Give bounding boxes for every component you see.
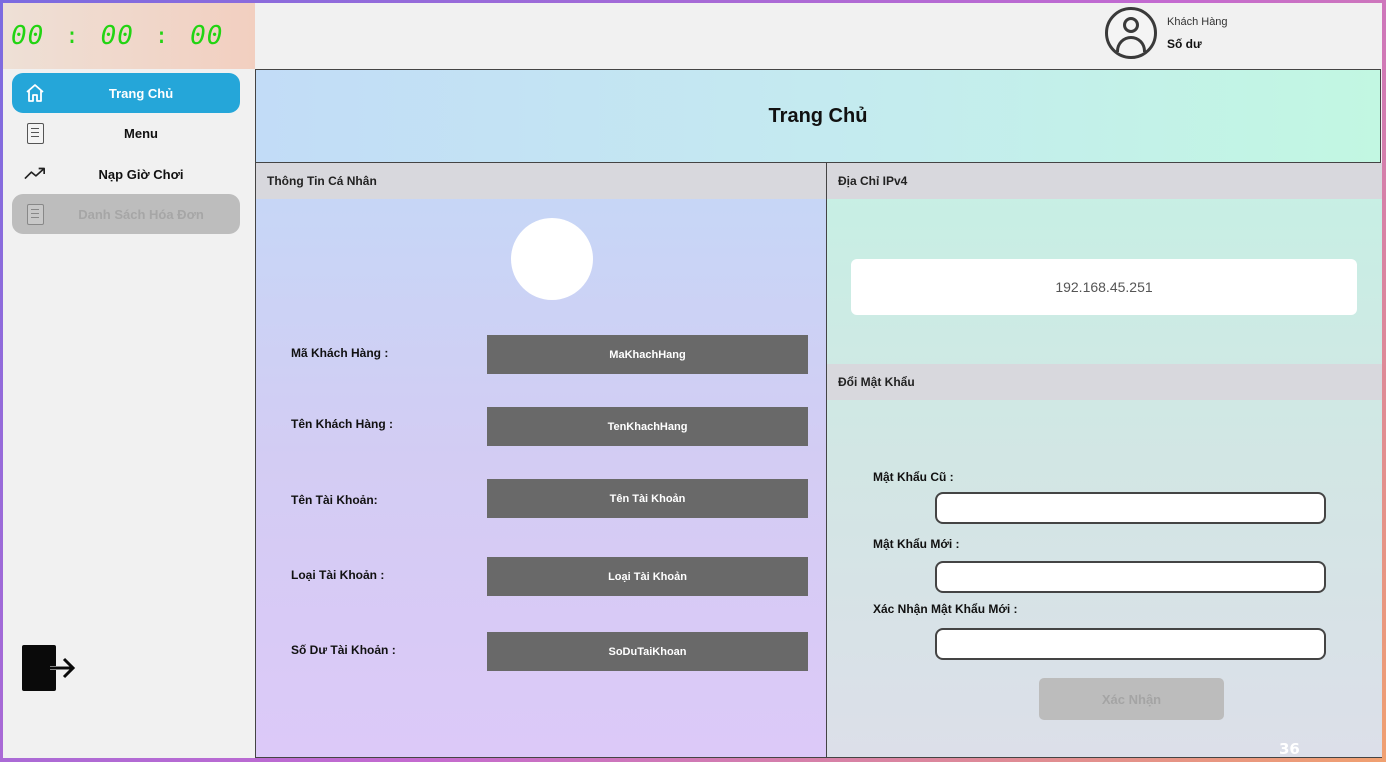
profile-avatar	[511, 218, 593, 300]
settings-panel: Địa Chỉ IPv4 192.168.45.251 Đổi Mật Khẩu…	[827, 163, 1382, 758]
clock-hours: 00	[11, 21, 45, 51]
account-name-label: Tên Tài Khoản:	[291, 493, 378, 507]
old-password-label: Mật Khẩu Cũ :	[873, 470, 954, 484]
clock-separator: :	[65, 23, 80, 49]
customer-id-label: Mã Khách Hàng :	[291, 346, 389, 360]
page-number: 36	[1279, 740, 1300, 758]
customer-id-value: MaKhachHang	[487, 335, 808, 374]
password-section-title: Đổi Mật Khẩu	[827, 364, 1382, 400]
confirm-password-field[interactable]	[935, 628, 1326, 660]
new-password-field[interactable]	[935, 561, 1326, 593]
trending-up-icon	[24, 163, 46, 185]
new-password-label: Mật Khẩu Mới :	[873, 537, 960, 551]
user-circle-icon[interactable]	[1105, 7, 1157, 59]
logout-icon	[22, 645, 76, 691]
old-password-field[interactable]	[935, 492, 1326, 524]
account-balance-label: Số Dư Tài Khoản :	[291, 643, 396, 657]
confirm-password-label: Xác Nhận Mật Khẩu Mới :	[873, 602, 1018, 616]
sidebar-item-label: Menu	[124, 125, 158, 141]
confirm-password-button[interactable]: Xác Nhận	[1039, 678, 1224, 720]
sidebar-item-label: Nạp Giờ Chơi	[98, 166, 184, 182]
clock-seconds: 00	[190, 21, 224, 51]
sidebar: Trang Chủ Menu Nạp Giờ Chơi Danh Sách Hó…	[3, 69, 255, 758]
page-header: Trang Chủ	[255, 69, 1381, 163]
sidebar-item-danh-sach-hoa-don[interactable]: Danh Sách Hóa Đơn	[12, 194, 240, 234]
sidebar-item-menu[interactable]: Menu	[12, 113, 240, 153]
ipv4-section-title: Địa Chỉ IPv4	[827, 163, 1382, 199]
sidebar-item-label: Trang Chủ	[108, 85, 174, 101]
customer-name-value: TenKhachHang	[487, 407, 808, 446]
session-clock: 00 : 00 : 00	[3, 3, 255, 69]
account-type-label: Loại Tài Khoản :	[291, 568, 385, 582]
profile-section-title: Thông Tin Cá Nhân	[256, 163, 826, 199]
home-icon	[24, 82, 46, 104]
sidebar-item-trang-chu[interactable]: Trang Chủ	[12, 73, 240, 113]
document-icon	[24, 122, 46, 144]
profile-panel: Thông Tin Cá Nhân Mã Khách Hàng : MaKhac…	[255, 163, 827, 758]
logout-button[interactable]	[20, 643, 80, 695]
page-title: Trang Chủ	[768, 104, 868, 127]
account-name-value: Tên Tài Khoản	[487, 479, 808, 518]
clock-separator: :	[154, 23, 170, 49]
app-window: 00 : 00 : 00 Khách Hàng Số dư Trang Chủ …	[3, 3, 1382, 758]
account-type-value: Loại Tài Khoản	[487, 557, 808, 596]
clock-minutes: 00	[100, 21, 134, 51]
sidebar-item-nap-gio-choi[interactable]: Nạp Giờ Chơi	[12, 154, 240, 194]
user-balance-label: Số dư	[1167, 36, 1202, 51]
document-icon	[24, 203, 46, 225]
user-info[interactable]: Khách Hàng Số dư	[1105, 3, 1228, 63]
sidebar-item-label: Danh Sách Hóa Đơn	[78, 206, 204, 222]
account-balance-value: SoDuTaiKhoan	[487, 632, 808, 671]
customer-name-label: Tên Khách Hàng :	[291, 417, 394, 431]
user-role: Khách Hàng	[1167, 15, 1228, 28]
ipv4-value: 192.168.45.251	[851, 259, 1357, 315]
